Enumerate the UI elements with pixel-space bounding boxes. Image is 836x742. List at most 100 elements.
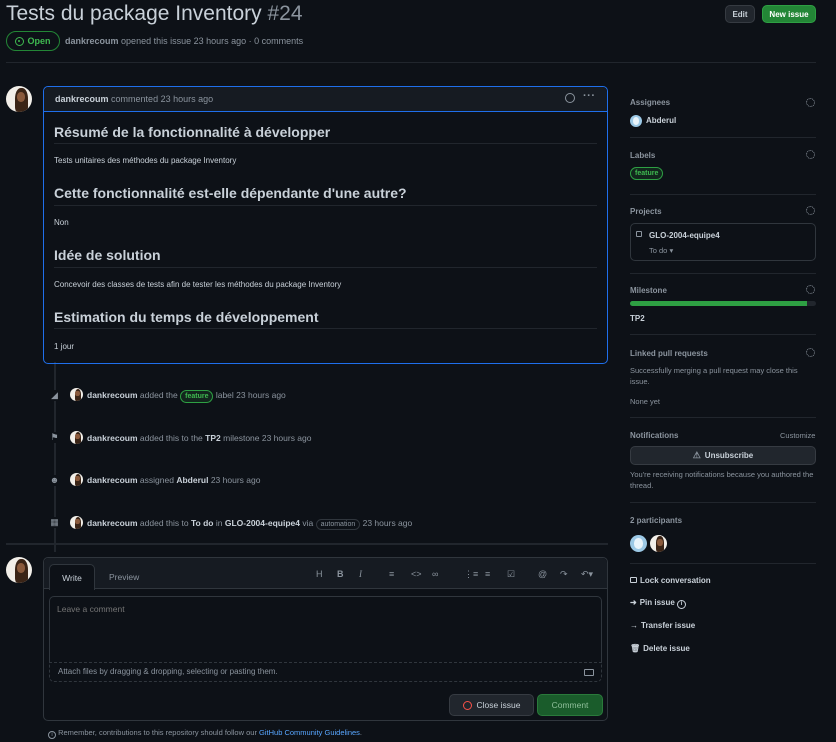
trash-icon: 🗑 <box>630 644 641 653</box>
person-icon: ☻ <box>49 475 60 486</box>
tab-preview-label: Preview <box>109 572 140 582</box>
kebab-icon[interactable]: ··· <box>583 90 596 102</box>
link-icon[interactable]: ∞ <box>432 569 438 579</box>
smiley-icon[interactable] <box>565 93 575 103</box>
guidelines-link[interactable]: GitHub Community Guidelines <box>259 728 360 737</box>
heading-divider <box>54 328 597 329</box>
event-text: 23 hours ago <box>210 475 261 485</box>
label-badge-text: feature <box>630 167 664 180</box>
project-column-link[interactable]: To do <box>191 518 214 528</box>
avatar[interactable] <box>70 516 83 529</box>
avatar[interactable] <box>70 388 83 401</box>
gear-icon[interactable] <box>806 348 815 357</box>
lock-icon <box>630 577 637 583</box>
avatar[interactable] <box>6 86 32 112</box>
avatar[interactable] <box>650 535 667 552</box>
timeline-event: dankrecoum assigned Abderul 23 hours ago <box>87 475 260 485</box>
project-status-dropdown[interactable]: To do ▾ <box>649 246 673 255</box>
heading-icon[interactable]: H <box>316 569 323 579</box>
edit-button[interactable]: Edit <box>725 5 755 23</box>
labels-title[interactable]: Labels <box>630 151 655 160</box>
pin-issue-action[interactable]: ➜ Pin issue i <box>630 598 687 609</box>
avatar[interactable] <box>630 535 647 552</box>
comment-author[interactable]: dankrecoum <box>55 94 109 104</box>
project-link[interactable]: GLO-2004-equipe4 <box>225 518 300 528</box>
milestone-link[interactable]: TP2 <box>205 433 221 443</box>
customize-link[interactable]: Customize <box>780 431 815 440</box>
milestone-progress-bar <box>630 301 816 306</box>
assignees-title[interactable]: Assignees <box>630 98 670 107</box>
gear-icon[interactable] <box>806 98 815 107</box>
reply-icon[interactable]: ↶▾ <box>581 569 593 580</box>
assignee-link[interactable]: Abderul <box>176 475 208 485</box>
ordered-list-icon[interactable]: ≡ <box>485 569 490 579</box>
event-text: added this to the <box>139 433 203 443</box>
assignee-name[interactable]: Abderul <box>646 116 676 125</box>
project-icon: ▦ <box>49 517 60 528</box>
linked-prs-title[interactable]: Linked pull requests <box>630 349 708 358</box>
event-user[interactable]: dankrecoum <box>87 390 138 400</box>
gear-icon[interactable] <box>806 206 815 215</box>
label-badge[interactable]: feature <box>630 167 664 180</box>
lock-conversation-action[interactable]: Lock conversation <box>630 576 711 585</box>
status-badge: Open <box>6 31 60 51</box>
projects-title[interactable]: Projects <box>630 207 662 216</box>
transfer-label: Transfer issue <box>641 621 696 630</box>
participants-title: 2 participants <box>630 516 683 525</box>
close-issue-label: Close issue <box>476 700 521 710</box>
mention-icon[interactable]: @ <box>538 569 547 579</box>
tag-icon: ◢ <box>49 390 60 401</box>
unordered-list-icon[interactable]: ⋮≡ <box>464 569 478 580</box>
quote-icon[interactable]: ≡ <box>389 569 394 579</box>
gear-icon[interactable] <box>806 150 815 159</box>
comment-textarea[interactable] <box>49 596 602 662</box>
unsubscribe-label: Unsubscribe <box>704 451 754 460</box>
reference-icon[interactable]: ↷ <box>560 569 568 580</box>
markdown-icon <box>584 669 594 676</box>
attach-bar[interactable]: Attach files by dragging & dropping, sel… <box>49 662 602 682</box>
avatar[interactable] <box>6 557 32 583</box>
info-icon: i <box>677 600 687 609</box>
event-user[interactable]: dankrecoum <box>87 475 138 485</box>
comment-button[interactable]: Comment <box>537 694 603 716</box>
sidebar-divider <box>630 502 816 503</box>
event-user[interactable]: dankrecoum <box>87 518 138 528</box>
comment-paragraph: Tests unitaires des méthodes du package … <box>54 156 237 165</box>
gear-icon[interactable] <box>806 285 815 294</box>
tab-write-label: Write <box>62 572 82 583</box>
italic-icon[interactable]: I <box>359 569 362 579</box>
issue-closed-icon <box>462 700 472 710</box>
heading-divider <box>54 205 597 206</box>
transfer-issue-action[interactable]: → Transfer issue <box>630 621 695 630</box>
label-badge[interactable]: feature <box>180 390 214 403</box>
code-icon[interactable]: <> <box>411 569 422 579</box>
unsubscribe-button[interactable]: ⚠ Unsubscribe <box>630 446 816 465</box>
guidelines-text-end: . <box>359 728 363 737</box>
project-card[interactable] <box>630 223 816 261</box>
avatar[interactable] <box>70 473 83 486</box>
event-user[interactable]: dankrecoum <box>87 433 138 443</box>
sidebar-divider <box>630 334 816 335</box>
comment-heading: Cette fonctionnalité est-elle dépendante… <box>54 185 407 201</box>
comment-time[interactable]: commented 23 hours ago <box>111 94 213 104</box>
delete-issue-action[interactable]: 🗑 Delete issue <box>630 644 690 653</box>
notifications-title: Notifications <box>630 431 679 440</box>
event-text: label 23 hours ago <box>215 390 286 400</box>
milestone-title[interactable]: Milestone <box>630 286 667 295</box>
heading-divider <box>54 267 597 268</box>
new-issue-button[interactable]: New issue <box>762 5 816 23</box>
sidebar-divider <box>630 563 816 564</box>
tab-write[interactable]: Write <box>49 564 95 590</box>
event-text: 23 hours ago <box>362 518 413 528</box>
project-name[interactable]: GLO-2004-equipe4 <box>649 231 720 240</box>
milestone-name[interactable]: TP2 <box>630 314 645 323</box>
task-list-icon[interactable]: ☑ <box>507 569 515 580</box>
issue-author[interactable]: dankrecoum <box>65 36 119 46</box>
avatar[interactable] <box>630 115 642 127</box>
tab-preview[interactable]: Preview <box>109 572 139 582</box>
bold-icon[interactable]: B <box>337 569 344 579</box>
comment-paragraph: Non <box>54 218 69 227</box>
avatar[interactable] <box>70 431 83 444</box>
close-issue-button[interactable]: Close issue <box>449 694 534 716</box>
bell-slash-icon: ⚠ <box>692 450 701 460</box>
